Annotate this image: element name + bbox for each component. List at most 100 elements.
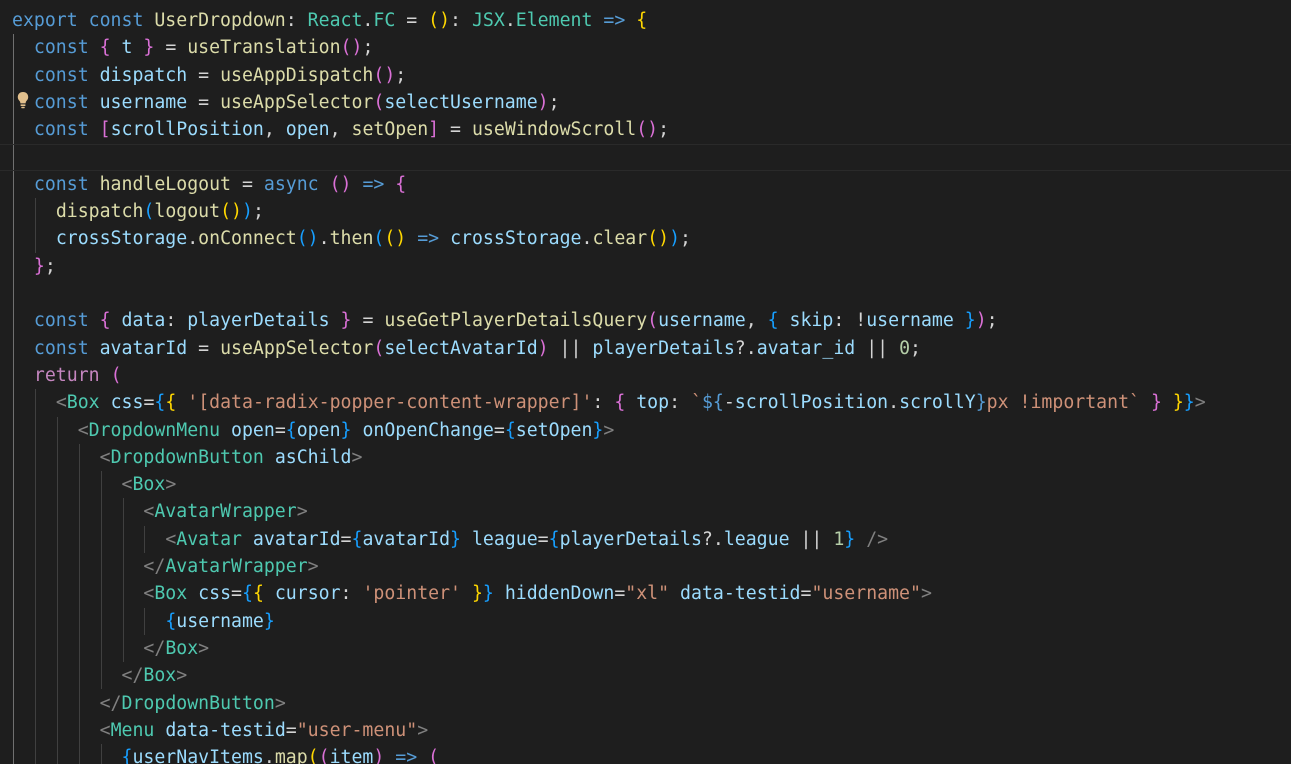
code-token: selectUsername — [384, 91, 538, 113]
code-line[interactable]: <DropdownButton asChild> — [12, 444, 363, 471]
code-line[interactable]: const username = useAppSelector(selectUs… — [12, 89, 560, 116]
code-token: { — [252, 583, 264, 605]
code-line[interactable]: crossStorage.onConnect().then(() => cros… — [12, 225, 691, 252]
code-token: open — [296, 419, 341, 441]
code-line[interactable]: const [scrollPosition, open, setOpen] = … — [12, 116, 669, 143]
code-token: . — [504, 10, 516, 31]
code-token: ) — [975, 310, 987, 332]
code-token: /> — [866, 528, 889, 550]
code-token: { — [285, 419, 297, 441]
code-line[interactable]: {username} — [12, 608, 275, 635]
code-token: "user-menu" — [296, 719, 418, 741]
code-token: = — [493, 419, 505, 441]
code-token: > — [603, 419, 615, 441]
code-token: > — [920, 583, 932, 605]
code-line[interactable]: const dispatch = useAppDispatch(); — [12, 62, 406, 89]
code-token: AvatarWrapper — [154, 501, 297, 523]
current-line[interactable] — [0, 143, 1291, 171]
code-line[interactable]: {userNavItems.map((item) => ( — [12, 744, 440, 764]
code-token: </ — [99, 692, 122, 714]
code-token: = — [351, 310, 385, 332]
code-token: ; — [252, 201, 264, 223]
code-line[interactable]: <Box css={{ '[data-radix-popper-content-… — [12, 389, 1206, 416]
code-token: ${ — [701, 392, 724, 414]
code-token: open — [231, 419, 275, 441]
code-token: = — [800, 583, 812, 605]
code-token: } — [592, 419, 604, 441]
code-editor[interactable]: export const UserDropdown: React.FC = ()… — [0, 0, 1291, 764]
code-token: } — [340, 310, 352, 332]
code-token: then — [329, 228, 374, 250]
code-token: { — [504, 419, 516, 441]
code-line[interactable]: const avatarId = useAppSelector(selectAv… — [12, 335, 921, 362]
code-token: } — [450, 528, 461, 550]
code-token: . — [888, 392, 900, 414]
code-token: { — [165, 392, 177, 414]
code-line[interactable]: </DropdownButton> — [12, 690, 286, 717]
code-token: || — [789, 528, 834, 550]
code-token: league — [723, 528, 790, 550]
code-token: scrollPosition — [734, 392, 889, 414]
code-token: : — [340, 583, 363, 605]
code-line[interactable]: }; — [12, 253, 56, 280]
code-token: ; — [986, 310, 998, 332]
code-token: JSX — [471, 10, 505, 31]
code-token: const — [33, 64, 89, 86]
code-line[interactable]: export const UserDropdown: React.FC = ()… — [12, 7, 647, 34]
code-line[interactable]: const handleLogout = async () => { — [12, 171, 406, 198]
code-token: scrollY — [899, 392, 976, 414]
code-line[interactable]: return ( — [12, 362, 122, 389]
code-token: data-testid — [680, 583, 801, 605]
code-token: { — [121, 747, 133, 764]
code-line[interactable]: <Avatar avatarId={avatarId} league={play… — [12, 526, 888, 553]
code-token: FC — [373, 10, 396, 31]
code-token: Box — [165, 637, 199, 659]
code-line[interactable]: dispatch(logout()); — [12, 198, 264, 225]
code-line[interactable]: <Box> — [12, 471, 177, 498]
code-token: ( — [373, 228, 385, 250]
code-line[interactable]: <Box css={{ cursor: 'pointer' }} hiddenD… — [12, 580, 932, 607]
code-token: ] — [428, 119, 440, 141]
code-token: return — [33, 364, 100, 386]
code-token: useAppSelector — [220, 91, 374, 113]
code-token: { — [99, 310, 111, 332]
code-token: => — [603, 10, 626, 31]
code-token: } — [263, 610, 275, 632]
code-line[interactable]: const { data: playerDetails } = useGetPl… — [12, 307, 998, 334]
code-line[interactable]: <AvatarWrapper> — [12, 498, 307, 525]
code-line[interactable]: </Box> — [12, 635, 209, 662]
code-line[interactable]: <Menu data-testid="user-menu"> — [12, 717, 429, 744]
code-line[interactable]: </Box> — [12, 662, 188, 689]
code-token: = — [274, 419, 286, 441]
code-token: const — [88, 10, 144, 31]
code-token: const — [33, 310, 89, 332]
code-token: , — [329, 119, 352, 141]
lightbulb-icon[interactable] — [17, 91, 29, 109]
code-token: () — [329, 173, 352, 195]
code-token: ; — [44, 255, 56, 277]
code-token: const — [33, 337, 89, 359]
code-line[interactable] — [12, 280, 23, 307]
code-token: ( — [373, 337, 385, 359]
code-line[interactable]: <DropdownMenu open={open} onOpenChange={… — [12, 417, 615, 444]
code-token: async — [263, 173, 319, 195]
code-line[interactable]: </AvatarWrapper> — [12, 553, 318, 580]
code-token: 'pointer' — [362, 583, 462, 605]
code-token: = — [231, 173, 264, 195]
code-token: ( — [143, 201, 155, 223]
code-line[interactable]: const { t } = useTranslation(); — [12, 34, 374, 61]
code-token: > — [351, 446, 363, 468]
